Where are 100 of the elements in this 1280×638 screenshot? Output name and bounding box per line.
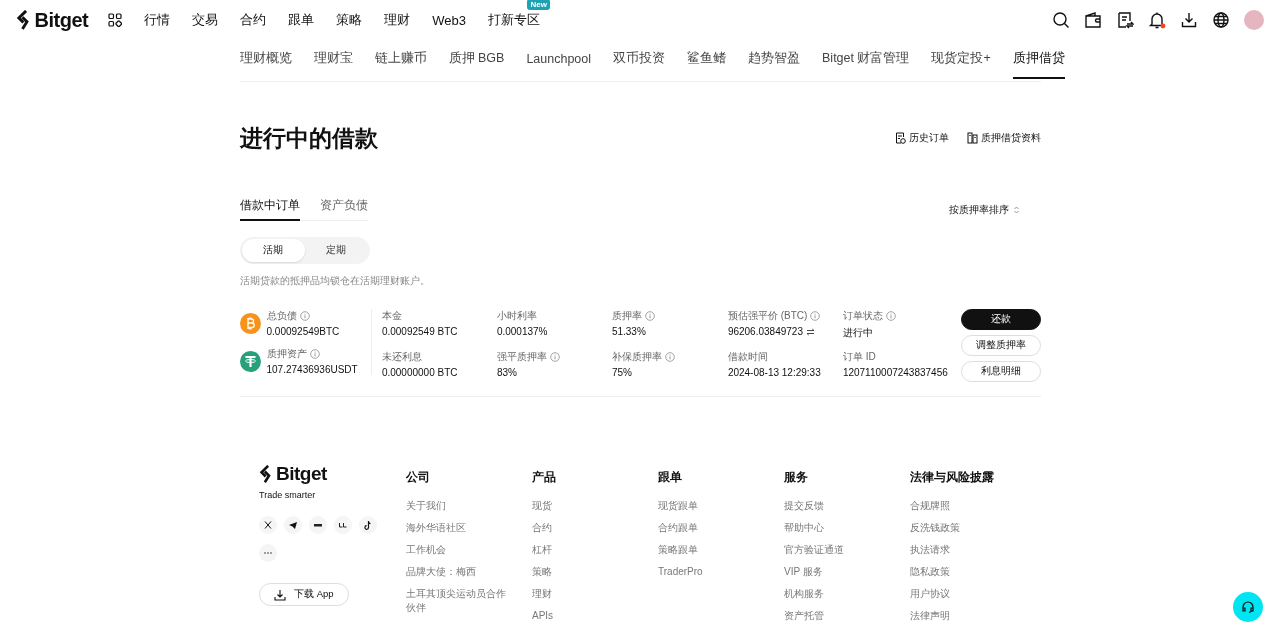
documents-icon [966,132,978,144]
field-label: 订单 ID [842,350,876,364]
field-label: 总负债 [266,309,297,323]
subnav-tab[interactable]: 质押 BGB [448,40,505,79]
apps-grid-icon[interactable] [108,13,123,27]
footer-link[interactable]: 杠杆 [532,543,636,557]
footer-link[interactable]: VIP 服务 [784,565,888,579]
footer-link[interactable]: 提交反馈 [784,499,888,513]
footer-link[interactable]: APIs [532,609,636,623]
action-button[interactable]: 还款 [960,309,1041,330]
field-value: 75% [611,367,632,378]
tagline: Trade smarter [259,490,317,500]
footer-heading: 法律与风险披露 [910,469,995,486]
footer-link[interactable]: 执法请求 [910,543,1014,557]
footer-link[interactable]: 官方验证通道 [784,543,888,557]
logo-mark-icon [259,465,274,483]
subnav-tab[interactable]: 质押借贷 [1012,40,1065,79]
field-label: 质押资产 [266,347,307,361]
footer-link[interactable]: 策略跟单 [658,543,762,557]
footer-link[interactable]: 工作机会 [406,543,510,557]
field-value: 进行中 [842,326,873,340]
subnav-tab[interactable]: 链上赚币 [374,40,427,79]
footer-link[interactable]: 关于我们 [406,499,510,513]
footer-link[interactable]: 法律声明 [910,609,1014,623]
order-tab[interactable]: 借款中订单 [239,198,300,221]
subnav-tab[interactable]: Launchpool [526,40,592,79]
document-clock-icon [894,132,906,144]
page-title: 进行中的借款 [239,123,379,153]
action-button[interactable]: 调整质押率 [960,335,1041,356]
nav-link[interactable]: 策略 [336,11,363,29]
field-label: 未还利息 [381,350,422,364]
footer-link[interactable]: 反洗钱政策 [910,521,1014,535]
telegram-icon[interactable] [284,516,302,534]
footer-link[interactable]: 现货 [532,499,636,513]
subnav-tab[interactable]: 理财概览 [239,40,292,79]
wallet-icon[interactable] [1084,11,1102,29]
subnav-tab[interactable]: 理财宝 [313,40,353,79]
subnav-tab[interactable]: 趋势智盈 [748,40,801,79]
footer-link[interactable]: 用户协议 [910,587,1014,601]
footer-link[interactable]: 品牌大使：梅西 [406,565,510,579]
header-link[interactable]: 质押借贷资料 [966,131,1041,145]
more-icon[interactable] [259,544,277,562]
nav-link[interactable]: Web3 [432,12,466,28]
download-icon [274,588,286,601]
nav-link[interactable]: 打新专区 [487,11,540,29]
swap-icon[interactable] [805,327,815,336]
field-label: 订单状态 [842,309,883,323]
footer-link[interactable]: 合规牌照 [910,499,1014,513]
footer-link[interactable]: 土耳其顶尖运动员合作伙伴 [406,587,510,615]
action-button[interactable]: 利息明细 [960,361,1041,382]
field-label: 质押率 [611,309,642,323]
field-value: 107.27436936USDT [266,364,358,375]
subnav-tab[interactable]: Bitget 财富管理 [822,40,910,79]
orders-icon[interactable] [1116,11,1134,29]
field-value: 1207110007243837456 [842,367,948,378]
bitget-logo[interactable]: Bitget [259,463,327,485]
footer-link[interactable]: TraderPro [658,565,762,579]
field-value: 51.33% [611,326,646,337]
footer-link[interactable]: 理财 [532,587,636,601]
support-button[interactable] [1233,592,1263,622]
subnav-tab[interactable]: 双币投资 [613,40,666,79]
subnav-tab[interactable]: 鲨鱼鳍 [687,40,727,79]
new-badge: New [527,0,550,10]
footer-link[interactable]: 合约 [532,521,636,535]
headset-icon [1241,600,1255,614]
term-toggle[interactable]: 活期 [241,239,305,262]
footer-heading: 产品 [532,469,557,486]
nav-link[interactable]: 交易 [192,11,219,29]
sort-button[interactable]: 按质押率排序 [948,202,1019,217]
footer-link[interactable]: 隐私政策 [910,565,1014,579]
footer-link[interactable]: 策略 [532,565,636,579]
bitcoin-coin-icon [239,312,261,334]
bell-icon[interactable] [1148,11,1166,29]
info-note: 活期贷款的抵押品均锁仓在活期理财账户。 [239,274,431,288]
order-tab[interactable]: 资产负债 [319,198,368,221]
footer-link[interactable]: 海外华语社区 [406,521,510,535]
field-label: 预估强平价 (BTC) [727,309,808,323]
term-toggle[interactable]: 定期 [304,239,368,262]
subnav-tab[interactable]: 现货定投+ [931,40,991,79]
nav-link[interactable]: 跟单 [288,11,315,29]
bitget-logo[interactable]: Bitget [16,8,89,32]
nav-link[interactable]: 行情 [144,11,171,29]
nav-link[interactable]: 理财 [384,11,411,29]
tether-coin-icon [239,350,261,372]
footer-link[interactable]: 现货跟单 [658,499,762,513]
search-icon[interactable] [1052,11,1070,29]
footer-link[interactable]: 机构服务 [784,587,888,601]
social-logo-icon[interactable] [334,516,352,534]
tiktok-icon[interactable] [359,516,377,534]
field-value: 83% [496,367,517,378]
footer-link[interactable]: 资产托管 [784,609,888,623]
globe-icon[interactable] [1212,11,1230,29]
footer-link[interactable]: 合约跟单 [658,521,762,535]
footer-link[interactable]: 帮助中心 [784,521,888,535]
download-icon[interactable] [1180,11,1198,29]
header-link[interactable]: 历史订单 [894,131,949,145]
x-social-icon[interactable] [259,516,277,534]
nav-link[interactable]: 合约 [240,11,267,29]
field-label: 本金 [381,309,402,323]
download-app-button[interactable]: 下载 App [259,583,349,606]
